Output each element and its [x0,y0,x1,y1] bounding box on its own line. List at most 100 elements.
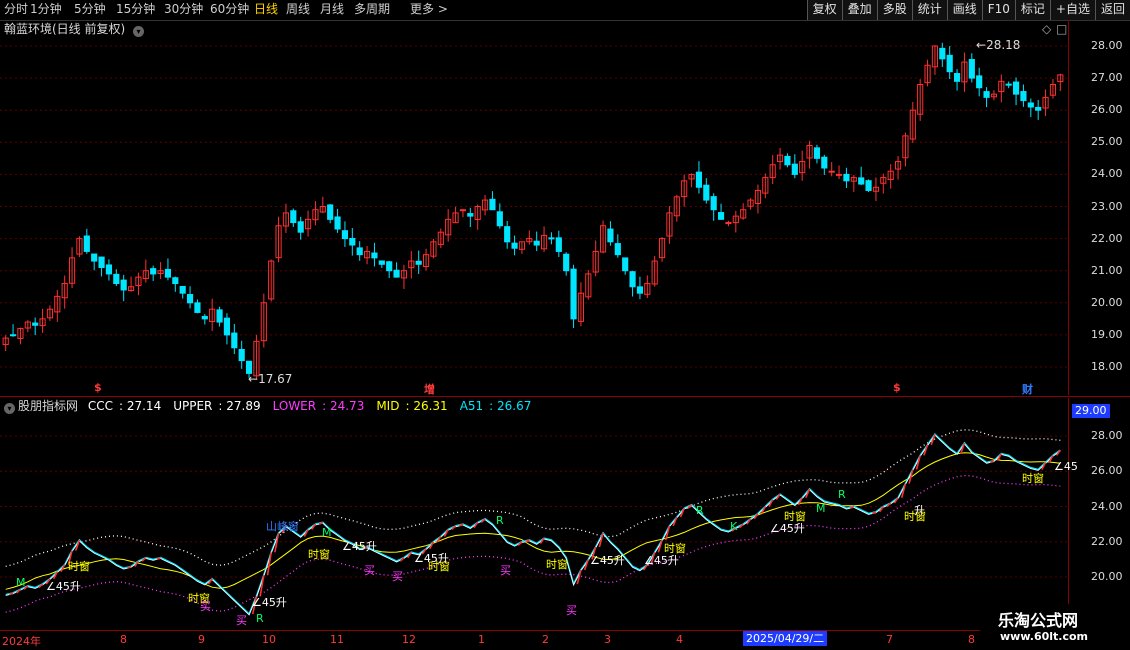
main-y-tick-10: 28.00 [1091,39,1123,52]
x-axis-label-12: 7 [886,633,893,646]
candle-body-83 [614,243,621,256]
candle-body-97 [717,212,725,220]
ind-y-tick-4: 28.00 [1091,429,1123,442]
x-axis-label-9: 4 [676,633,683,646]
toolbar-button-6[interactable]: 标记 [1014,0,1050,20]
signal-label-20: 时窗 [784,510,806,523]
candle-body-50 [371,252,378,259]
candle-body-114 [843,173,850,182]
candle-body-24 [179,285,186,294]
signal-label-0: 时窗 [68,560,90,573]
signal-label-22: 升 [914,504,925,517]
candle-body-137 [1012,81,1020,95]
period-tab-9[interactable]: 多周期 [354,1,390,18]
x-axis-label-7: 2 [542,633,549,646]
toolbar-button-2[interactable]: 多股 [876,0,912,20]
ind-y-tick-1: 22.00 [1091,534,1123,548]
candle-body-85 [629,271,636,288]
ind-y-tick-2: 24.00 [1091,499,1123,513]
main-y-tick-2: 20.00 [1091,295,1123,309]
signal-label-9: 买 [364,564,375,577]
event-marker-dividend-2[interactable]: $ [893,381,901,394]
x-axis-label-0: 2024年 [2,635,41,648]
toolbar-button-8[interactable]: 返回 [1094,0,1130,20]
candle-body-107 [791,163,798,175]
candle-body-82 [607,228,614,243]
candle-body-14 [105,264,113,275]
candle-body-106 [784,155,791,166]
candle-body-40 [297,221,304,233]
candle-body-110 [813,147,821,159]
main-y-tick-5: 23.00 [1091,199,1123,213]
signal-label-13: 买 [500,564,511,577]
event-marker-finance[interactable]: 财 [1022,381,1033,397]
x-axis-line [0,630,1130,631]
candle-body-139 [1027,102,1034,108]
x-axis-label-13: 8 [968,633,975,646]
ccc-line [5,434,1061,616]
x-axis-label-6: 1 [478,633,485,646]
candlestick-chart [0,42,1068,380]
main-y-tick-9: 27.00 [1091,71,1123,85]
cursor-date-label: 2025/04/29/二 [743,631,828,646]
signal-label-3: 买 [200,600,211,613]
signal-label-6: 山峰窗 [266,520,299,533]
candle-body-76 [563,253,570,272]
toolbar-button-7[interactable]: +自选 [1049,0,1095,20]
signal-label-26: R [496,514,504,527]
period-tab-5[interactable]: 60分钟 [210,1,249,18]
signal-label-24: ∠45 [1054,460,1078,473]
period-tab-1[interactable]: 1分钟 [30,1,62,18]
signal-label-31: M [816,502,826,515]
candle-body-84 [622,257,629,272]
period-tab-8[interactable]: 月线 [320,1,344,18]
main-y-tick-4: 22.00 [1091,231,1123,245]
candle-body-29 [216,309,223,323]
period-tab-4[interactable]: 30分钟 [164,1,203,18]
toolbar-button-4[interactable]: 画线 [946,0,982,20]
main-y-tick-8: 26.00 [1091,103,1123,117]
x-axis-label-8: 3 [604,633,611,646]
watermark-url: www.60lt.com [1000,630,1089,643]
candle-body-131 [968,59,975,79]
candle-body-52 [386,261,393,272]
candle-body-66 [489,198,496,211]
period-tab-6[interactable]: 日线 [254,1,278,18]
candle-body-95 [703,184,710,201]
candle-body-46 [341,230,349,240]
period-tab-3[interactable]: 15分钟 [116,1,155,18]
candle-body-98 [725,222,732,225]
x-axis-label-1: 8 [120,633,127,646]
candle-body-133 [983,91,990,98]
candle-body-117 [865,180,872,191]
ind-y-tick-0: 20.00 [1091,570,1123,583]
toolbar-button-1[interactable]: 叠加 [841,0,877,20]
candle-body-86 [636,286,644,294]
candle-body-53 [393,269,400,278]
candle-body-116 [858,177,865,185]
signal-label-29: M [16,576,26,589]
event-marker-dividend-1[interactable]: $ [94,381,102,394]
candle-body-12 [91,253,98,262]
period-tab-0[interactable]: 分时 [4,1,28,18]
mid-line [5,452,1061,590]
signal-label-27: R [696,504,704,517]
toolbar-button-3[interactable]: 统计 [911,0,947,20]
signal-label-16: ∠45升 [590,554,625,567]
toolbar-button-0[interactable]: 复权 [806,0,842,20]
candle-body-132 [976,75,983,89]
candle-body-138 [1020,91,1027,102]
signal-label-10: 买 [392,570,403,583]
period-tab-7[interactable]: 周线 [286,1,310,18]
period-tab-10[interactable]: 更多 > [410,1,448,18]
candle-body-26 [194,302,201,313]
high-price-label: ←28.18 [976,38,1021,52]
toolbar-button-5[interactable]: F10 [981,0,1015,20]
period-tab-2[interactable]: 5分钟 [74,1,106,18]
signal-label-18: 时窗 [664,542,686,555]
candle-body-67 [496,211,503,227]
main-y-tick-0: 18.00 [1091,360,1123,373]
event-marker-increase[interactable]: 增 [424,381,435,397]
signal-label-28: R [838,488,846,501]
candle-body-1 [9,334,17,337]
